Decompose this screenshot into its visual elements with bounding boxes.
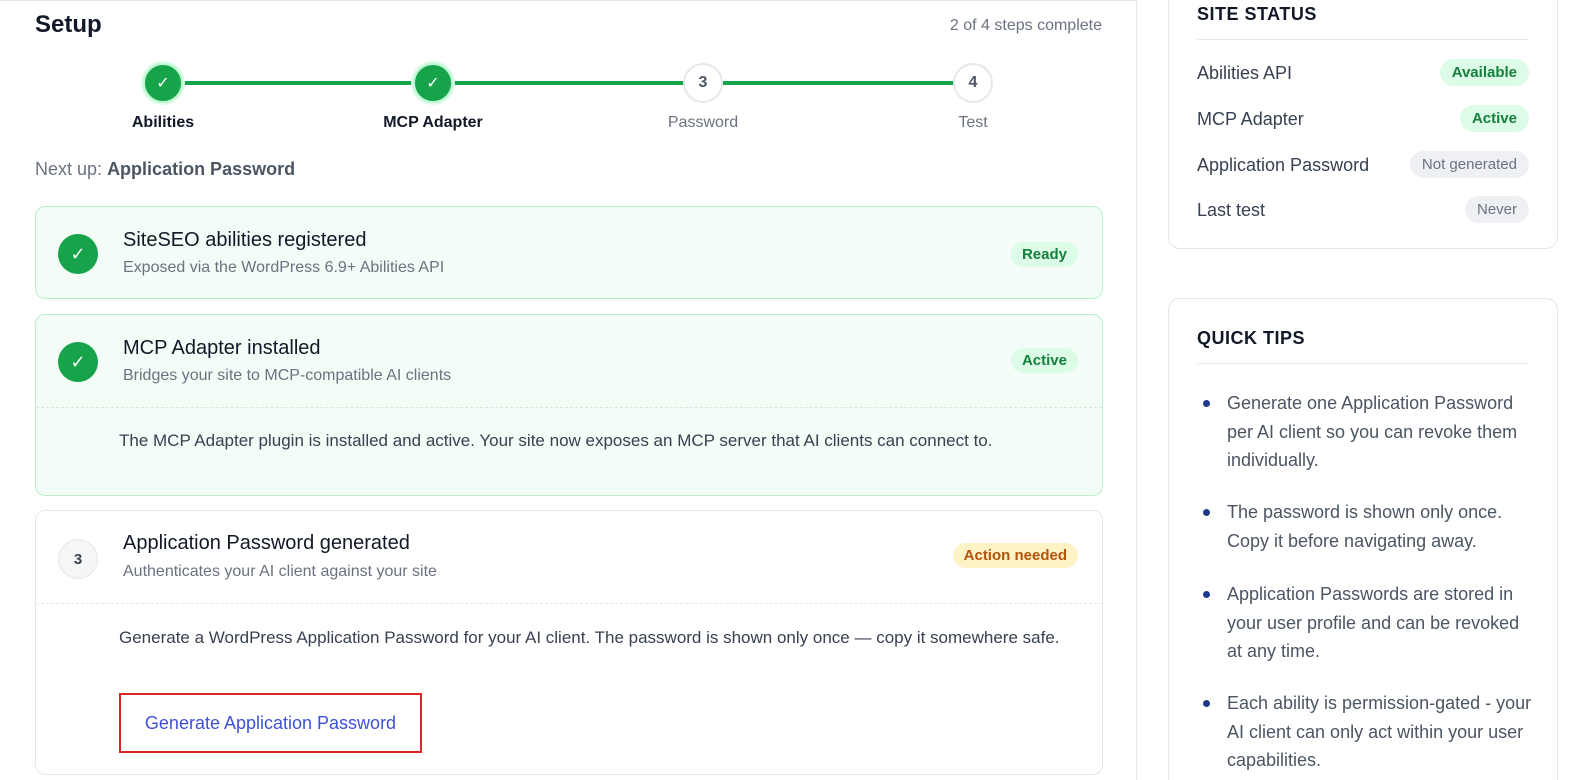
card-subtitle: Exposed via the WordPress 6.9+ Abilities… xyxy=(123,259,445,276)
step-card-mcp-adapter: ✓ MCP Adapter installed Bridges your sit… xyxy=(35,314,1103,496)
status-label: Application Password xyxy=(1197,155,1370,175)
site-status-card: SITE STATUS Abilities API Available MCP … xyxy=(1168,0,1558,249)
next-up-prefix: Next up: xyxy=(35,159,103,179)
step-connector xyxy=(723,81,973,85)
step-card-abilities: ✓ SiteSEO abilities registered Exposed v… xyxy=(35,206,1103,299)
bullet-icon xyxy=(1203,591,1210,598)
step-connector xyxy=(453,81,703,85)
status-badge: Action needed xyxy=(952,543,1078,568)
status-label: Abilities API xyxy=(1197,63,1293,83)
bullet-icon xyxy=(1203,400,1210,407)
check-icon: ✓ xyxy=(58,342,98,382)
status-row-abilities-api: Abilities API Available xyxy=(1197,59,1529,89)
site-status-heading: SITE STATUS xyxy=(1197,4,1317,24)
step-4-number[interactable]: 4 xyxy=(953,63,993,103)
step-2-check-icon[interactable]: ✓ xyxy=(413,63,453,103)
status-badge: Not generated xyxy=(1409,151,1529,178)
card-title: Application Password generated xyxy=(123,532,410,554)
step-3-number[interactable]: 3 xyxy=(683,63,723,103)
step-label-mcp-adapter: MCP Adapter xyxy=(383,114,483,131)
status-row-mcp-adapter: MCP Adapter Active xyxy=(1197,105,1529,135)
tip-item: The password is shown only once. Copy it… xyxy=(1227,502,1503,551)
step-label-test: Test xyxy=(958,114,988,131)
status-row-application-password: Application Password Not generated xyxy=(1197,151,1529,181)
divider xyxy=(1197,39,1529,40)
card-title: SiteSEO abilities registered xyxy=(123,229,367,251)
step-label-abilities: Abilities xyxy=(131,114,195,131)
card-subtitle: Authenticates your AI client against you… xyxy=(123,563,437,580)
generate-application-password-button[interactable]: Generate Application Password xyxy=(119,693,422,753)
card-body-text: The MCP Adapter plugin is installed and … xyxy=(36,407,1102,455)
status-label: MCP Adapter xyxy=(1197,109,1304,129)
status-label: Last test xyxy=(1197,200,1266,220)
step-label-password: Password xyxy=(667,114,739,131)
card-body-text: Generate a WordPress Application Passwor… xyxy=(36,603,1102,652)
tip-item: Generate one Application Password per AI… xyxy=(1227,393,1518,470)
bullet-icon xyxy=(1203,700,1210,707)
tip-item: Application Passwords are stored in your… xyxy=(1227,584,1520,661)
status-badge: Never xyxy=(1464,196,1529,223)
bullet-icon xyxy=(1203,509,1210,516)
step-card-application-password: 3 Application Password generated Authent… xyxy=(35,510,1103,775)
step-1-check-icon[interactable]: ✓ xyxy=(143,63,183,103)
setup-stepper: ✓ ✓ 3 4 Abilities MCP Adapter Password T… xyxy=(0,1,1137,141)
step-number-badge: 3 xyxy=(58,539,98,579)
status-badge: Active xyxy=(1459,105,1529,132)
setup-panel: Setup 2 of 4 steps complete ✓ ✓ 3 4 Abil… xyxy=(0,0,1137,780)
card-subtitle: Bridges your site to MCP-compatible AI c… xyxy=(123,367,452,384)
quick-tips-card: QUICK TIPS Generate one Application Pass… xyxy=(1168,298,1558,780)
step-connector xyxy=(183,81,433,85)
card-title: MCP Adapter installed xyxy=(123,337,321,359)
status-badge: Active xyxy=(1010,348,1078,373)
status-row-last-test: Last test Never xyxy=(1197,196,1529,226)
quick-tips-heading: QUICK TIPS xyxy=(1197,328,1306,348)
next-up-value: Application Password xyxy=(107,159,296,179)
next-up-text: Next up: Application Password xyxy=(35,159,295,180)
tip-item: Each ability is permission-gated - your … xyxy=(1227,693,1532,770)
check-icon: ✓ xyxy=(58,234,98,274)
status-badge: Available xyxy=(1439,59,1529,86)
divider xyxy=(1197,363,1529,364)
status-badge: Ready xyxy=(1010,242,1078,267)
